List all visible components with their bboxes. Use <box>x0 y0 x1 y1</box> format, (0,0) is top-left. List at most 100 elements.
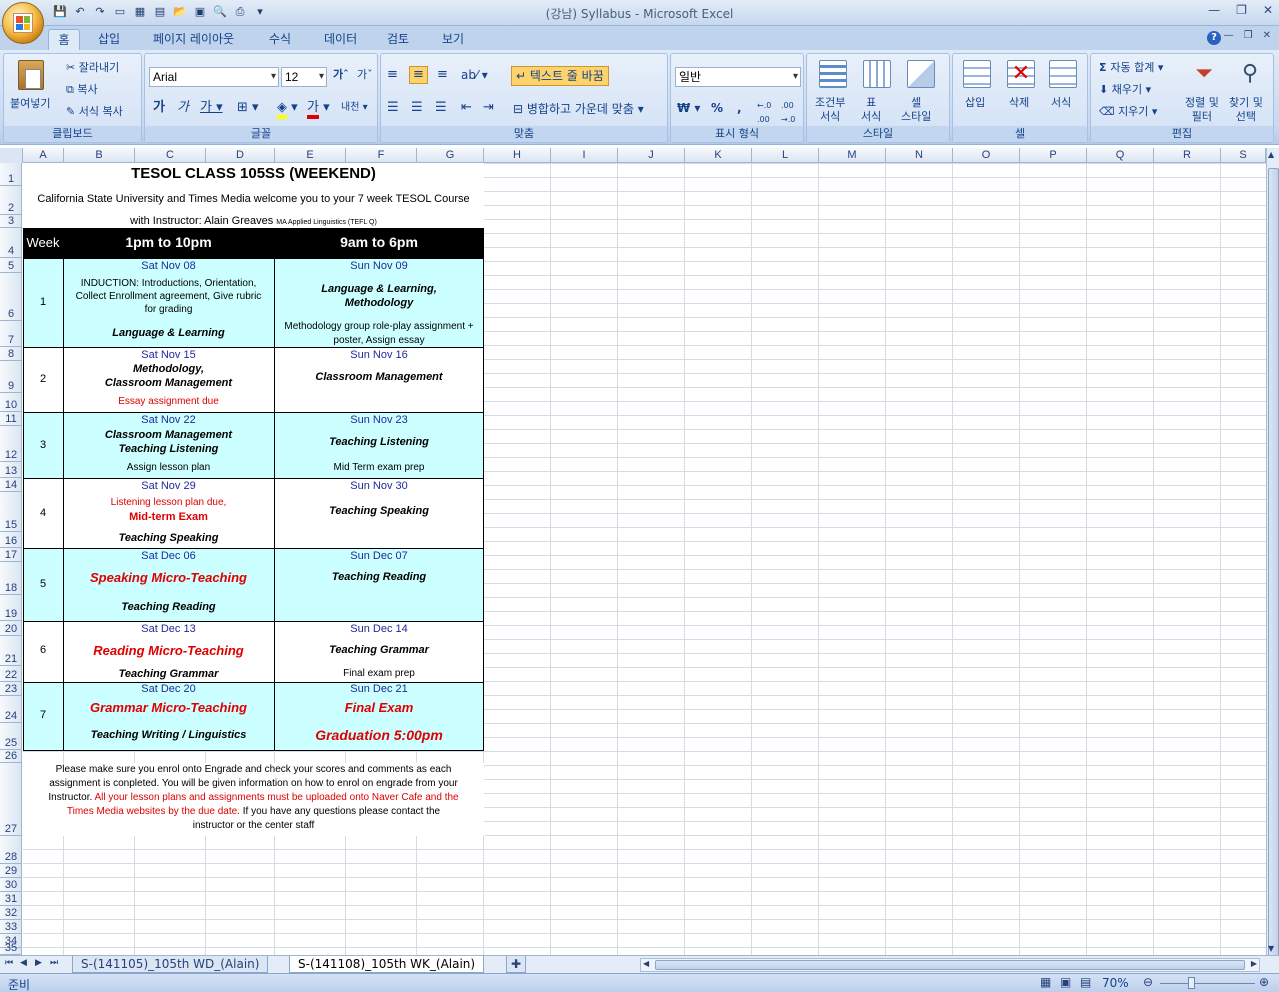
tab-insert[interactable]: 삽입 <box>92 29 126 50</box>
scroll-right-icon[interactable]: ▶ <box>1251 959 1257 968</box>
first-sheet-icon[interactable]: ⏮ <box>5 958 13 968</box>
row-header[interactable]: 24 <box>0 696 22 723</box>
col-header[interactable]: O <box>953 148 1020 163</box>
sheet-title[interactable]: TESOL CLASS 105SS (WEEKEND) <box>23 165 484 182</box>
close-icon[interactable]: ✕ <box>1263 3 1273 17</box>
font-name-combo[interactable]: Arial <box>149 67 279 87</box>
row-header[interactable]: 3 <box>0 215 22 228</box>
zoom-slider-thumb[interactable] <box>1188 977 1195 989</box>
sheet-subtitle[interactable]: California State University and Times Me… <box>23 193 484 205</box>
percent-icon[interactable]: % <box>711 101 723 115</box>
comma-icon[interactable]: , <box>737 101 742 115</box>
row-header[interactable]: 22 <box>0 666 22 682</box>
scroll-down-icon[interactable]: ▼ <box>1268 944 1274 953</box>
worksheet-grid[interactable]: TESOL CLASS 105SS (WEEKEND) California S… <box>23 163 1266 955</box>
row-header[interactable]: 28 <box>0 836 22 864</box>
row-header[interactable]: 18 <box>0 562 22 595</box>
select-all-corner[interactable] <box>0 148 23 163</box>
align-center-icon[interactable]: ☰ <box>411 101 423 115</box>
col-header[interactable]: K <box>685 148 752 163</box>
row-header[interactable]: 33 <box>0 920 22 934</box>
row-header[interactable]: 27 <box>0 763 22 836</box>
row-header[interactable]: 1 <box>0 163 22 186</box>
row-header[interactable]: 15 <box>0 492 22 532</box>
row-header[interactable]: 29 <box>0 864 22 878</box>
col-header[interactable]: M <box>819 148 886 163</box>
number-format-combo[interactable]: 일반 <box>675 67 801 87</box>
scroll-up-icon[interactable]: ▲ <box>1268 150 1274 159</box>
bold-icon[interactable]: 가 <box>153 101 165 115</box>
align-bottom-icon[interactable]: ≡ <box>437 68 448 82</box>
row-header[interactable]: 35 <box>0 942 22 955</box>
cell-style-button[interactable]: 셀 스타일 <box>901 96 931 124</box>
align-top-icon[interactable]: ≡ <box>387 68 398 82</box>
orientation-icon[interactable]: ab⁄ ▾ <box>461 68 488 82</box>
vertical-scroll-thumb[interactable] <box>1268 168 1279 992</box>
conditional-format-button[interactable]: 조건부 서식 <box>815 96 845 124</box>
tab-formulas[interactable]: 수식 <box>263 29 297 50</box>
col-header[interactable]: Q <box>1087 148 1154 163</box>
col-header[interactable]: D <box>206 148 275 163</box>
restore-icon[interactable]: ❐ <box>1236 3 1247 17</box>
paste-button[interactable]: 붙여넣기 <box>10 97 50 111</box>
row-header[interactable]: 25 <box>0 723 22 750</box>
col-header[interactable]: J <box>618 148 685 163</box>
sheet-tab[interactable]: S-(141105)_105th WD_(Alain) <box>72 956 269 973</box>
col-header[interactable]: P <box>1020 148 1087 163</box>
cut-button[interactable]: ✂ 잘라내기 <box>66 61 119 75</box>
find-select-button[interactable]: 찾기 및 선택 <box>1229 96 1263 124</box>
row-header[interactable]: 6 <box>0 273 22 321</box>
row-header[interactable]: 30 <box>0 878 22 892</box>
currency-icon[interactable]: ₩ ▾ <box>677 101 700 115</box>
row-header[interactable]: 31 <box>0 892 22 906</box>
col-header[interactable]: I <box>551 148 618 163</box>
footer-line[interactable]: Instructor. All your lesson plans and as… <box>23 792 484 803</box>
autosum-button[interactable]: Σ 자동 합계 ▾ <box>1099 61 1163 75</box>
header-sun[interactable]: 9am to 6pm <box>274 234 484 250</box>
col-header[interactable]: A <box>23 148 64 163</box>
col-header[interactable]: H <box>484 148 551 163</box>
font-color-icon[interactable]: 가 ▾ <box>307 100 330 119</box>
row-header[interactable]: 8 <box>0 347 22 361</box>
wb-restore-icon[interactable]: ❐ <box>1244 30 1253 41</box>
underline-icon[interactable]: 가 ▾ <box>200 101 223 115</box>
increase-indent-icon[interactable]: ⇥ <box>483 101 494 115</box>
tab-data[interactable]: 데이터 <box>318 29 363 50</box>
header-week[interactable]: Week <box>23 235 63 250</box>
font-size-combo[interactable]: 12 <box>281 67 327 87</box>
fill-button[interactable]: ⬇ 채우기 ▾ <box>1099 83 1151 97</box>
decrease-decimal-icon[interactable]: .00 →.0 <box>781 99 795 127</box>
align-middle-icon[interactable]: ≡ <box>409 66 428 84</box>
vertical-scrollbar[interactable]: ▲ ▼ <box>1266 148 1279 992</box>
copy-button[interactable]: ⧉ 복사 <box>66 83 98 97</box>
row-header[interactable]: 14 <box>0 478 22 492</box>
zoom-in-icon[interactable]: ⊕ <box>1259 975 1269 989</box>
scroll-left-icon[interactable]: ◀ <box>643 959 649 968</box>
shrink-font-icon[interactable]: 가ˇ <box>357 68 373 82</box>
help-icon[interactable]: ? <box>1207 31 1221 45</box>
col-header[interactable]: R <box>1154 148 1221 163</box>
col-header[interactable]: E <box>275 148 346 163</box>
zoom-slider-track[interactable] <box>1160 983 1255 984</box>
minimize-icon[interactable]: — <box>1208 3 1220 17</box>
row-header[interactable]: 16 <box>0 532 22 548</box>
wb-close-icon[interactable]: ✕ <box>1263 30 1271 41</box>
insert-cells-button[interactable]: 삽입 <box>965 96 985 110</box>
align-left-icon[interactable]: ☰ <box>387 101 399 115</box>
next-sheet-icon[interactable]: ▶ <box>35 958 42 968</box>
row-header[interactable]: 26 <box>0 750 22 763</box>
row-header[interactable]: 11 <box>0 412 22 426</box>
normal-view-icon[interactable]: ▦ <box>1040 975 1051 989</box>
prev-sheet-icon[interactable]: ◀ <box>20 958 27 968</box>
row-header[interactable]: 17 <box>0 548 22 562</box>
new-sheet-icon[interactable]: ✚ <box>506 956 527 973</box>
row-header[interactable]: 4 <box>0 228 22 258</box>
row-header[interactable]: 7 <box>0 321 22 347</box>
col-header[interactable]: S <box>1221 148 1266 163</box>
row-header[interactable]: 10 <box>0 393 22 412</box>
tab-view[interactable]: 보기 <box>436 29 470 50</box>
col-header[interactable]: N <box>886 148 953 163</box>
page-break-view-icon[interactable]: ▤ <box>1080 975 1091 989</box>
header-sat[interactable]: 1pm to 10pm <box>63 234 274 250</box>
page-layout-view-icon[interactable]: ▣ <box>1060 975 1071 989</box>
